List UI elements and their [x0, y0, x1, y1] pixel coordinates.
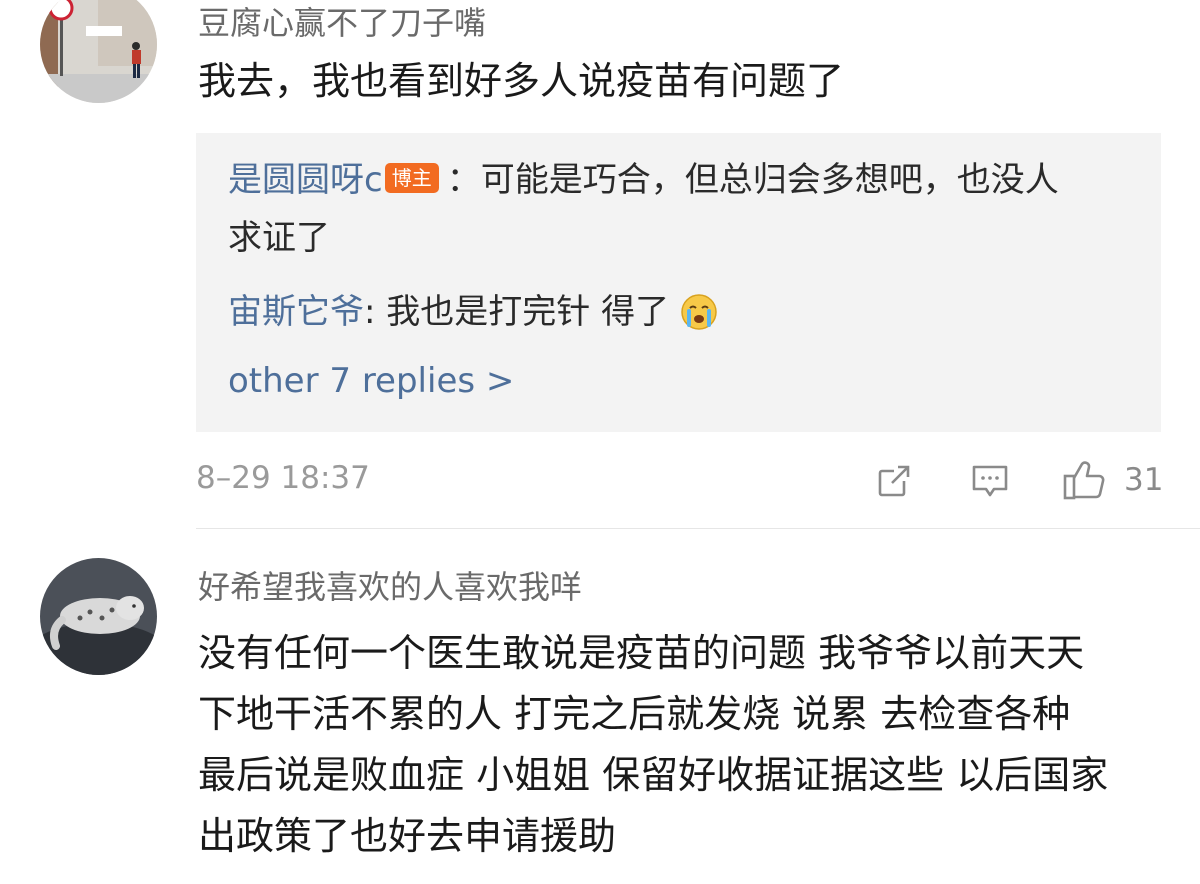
crying-face-icon	[680, 291, 718, 349]
comment-text-line: 下地干活不累的人 打完之后就发烧 说累 去检查各种	[198, 692, 1071, 736]
author-badge: 博主	[384, 163, 439, 193]
comment-timestamp: 8–29 18:37	[196, 460, 370, 496]
comment-feed: 豆腐心赢不了刀子嘴 我去，我也看到好多人说疫苗有问题了 是圆圆呀c 博主 ：可能是巧…	[0, 0, 1200, 884]
share-icon[interactable]	[874, 461, 914, 501]
comment-username[interactable]: 豆腐心赢不了刀子嘴	[198, 0, 486, 44]
comment-icon[interactable]	[970, 461, 1010, 501]
like-count: 31	[1124, 462, 1164, 498]
comment-text-line: 最后说是败血症 小姐姐 保留好收据证据这些 以后国家	[198, 753, 1109, 797]
reply-item[interactable]: 宙斯它爷: 我也是打完针 得了	[228, 283, 718, 349]
replies-box[interactable]: 是圆圆呀c 博主 ：可能是巧合，但总归会多想吧，也没人 求证了 宙斯它爷: 我也是打…	[196, 133, 1161, 432]
comment-text: 我去，我也看到好多人说疫苗有问题了	[198, 59, 845, 103]
avatar-street-photo	[40, 0, 157, 103]
reply-author[interactable]: 宙斯它爷	[228, 292, 364, 332]
reply-text-continued: 求证了	[228, 218, 330, 258]
like-thumb-icon[interactable]	[1062, 458, 1108, 502]
comment-text-line: 出政策了也好去申请援助	[198, 814, 617, 858]
reply-author[interactable]: 是圆圆呀c	[228, 160, 383, 200]
comment-text-line: 没有任何一个医生敢说是疫苗的问题 我爷爷以前天天	[198, 631, 1085, 675]
more-replies-link[interactable]: other 7 replies >	[228, 361, 514, 401]
avatar[interactable]	[40, 558, 157, 675]
comment-username[interactable]: 好希望我喜欢的人喜欢我咩	[198, 562, 582, 608]
reply-item[interactable]: 是圆圆呀c 博主 ：可能是巧合，但总归会多想吧，也没人	[228, 151, 1059, 209]
avatar[interactable]	[40, 0, 157, 103]
avatar-snow-leopard	[40, 558, 157, 675]
reply-text: : 我也是打完针 得了	[364, 292, 670, 332]
comment-divider	[196, 528, 1200, 529]
reply-text: ：可能是巧合，但总归会多想吧，也没人	[446, 160, 1059, 200]
